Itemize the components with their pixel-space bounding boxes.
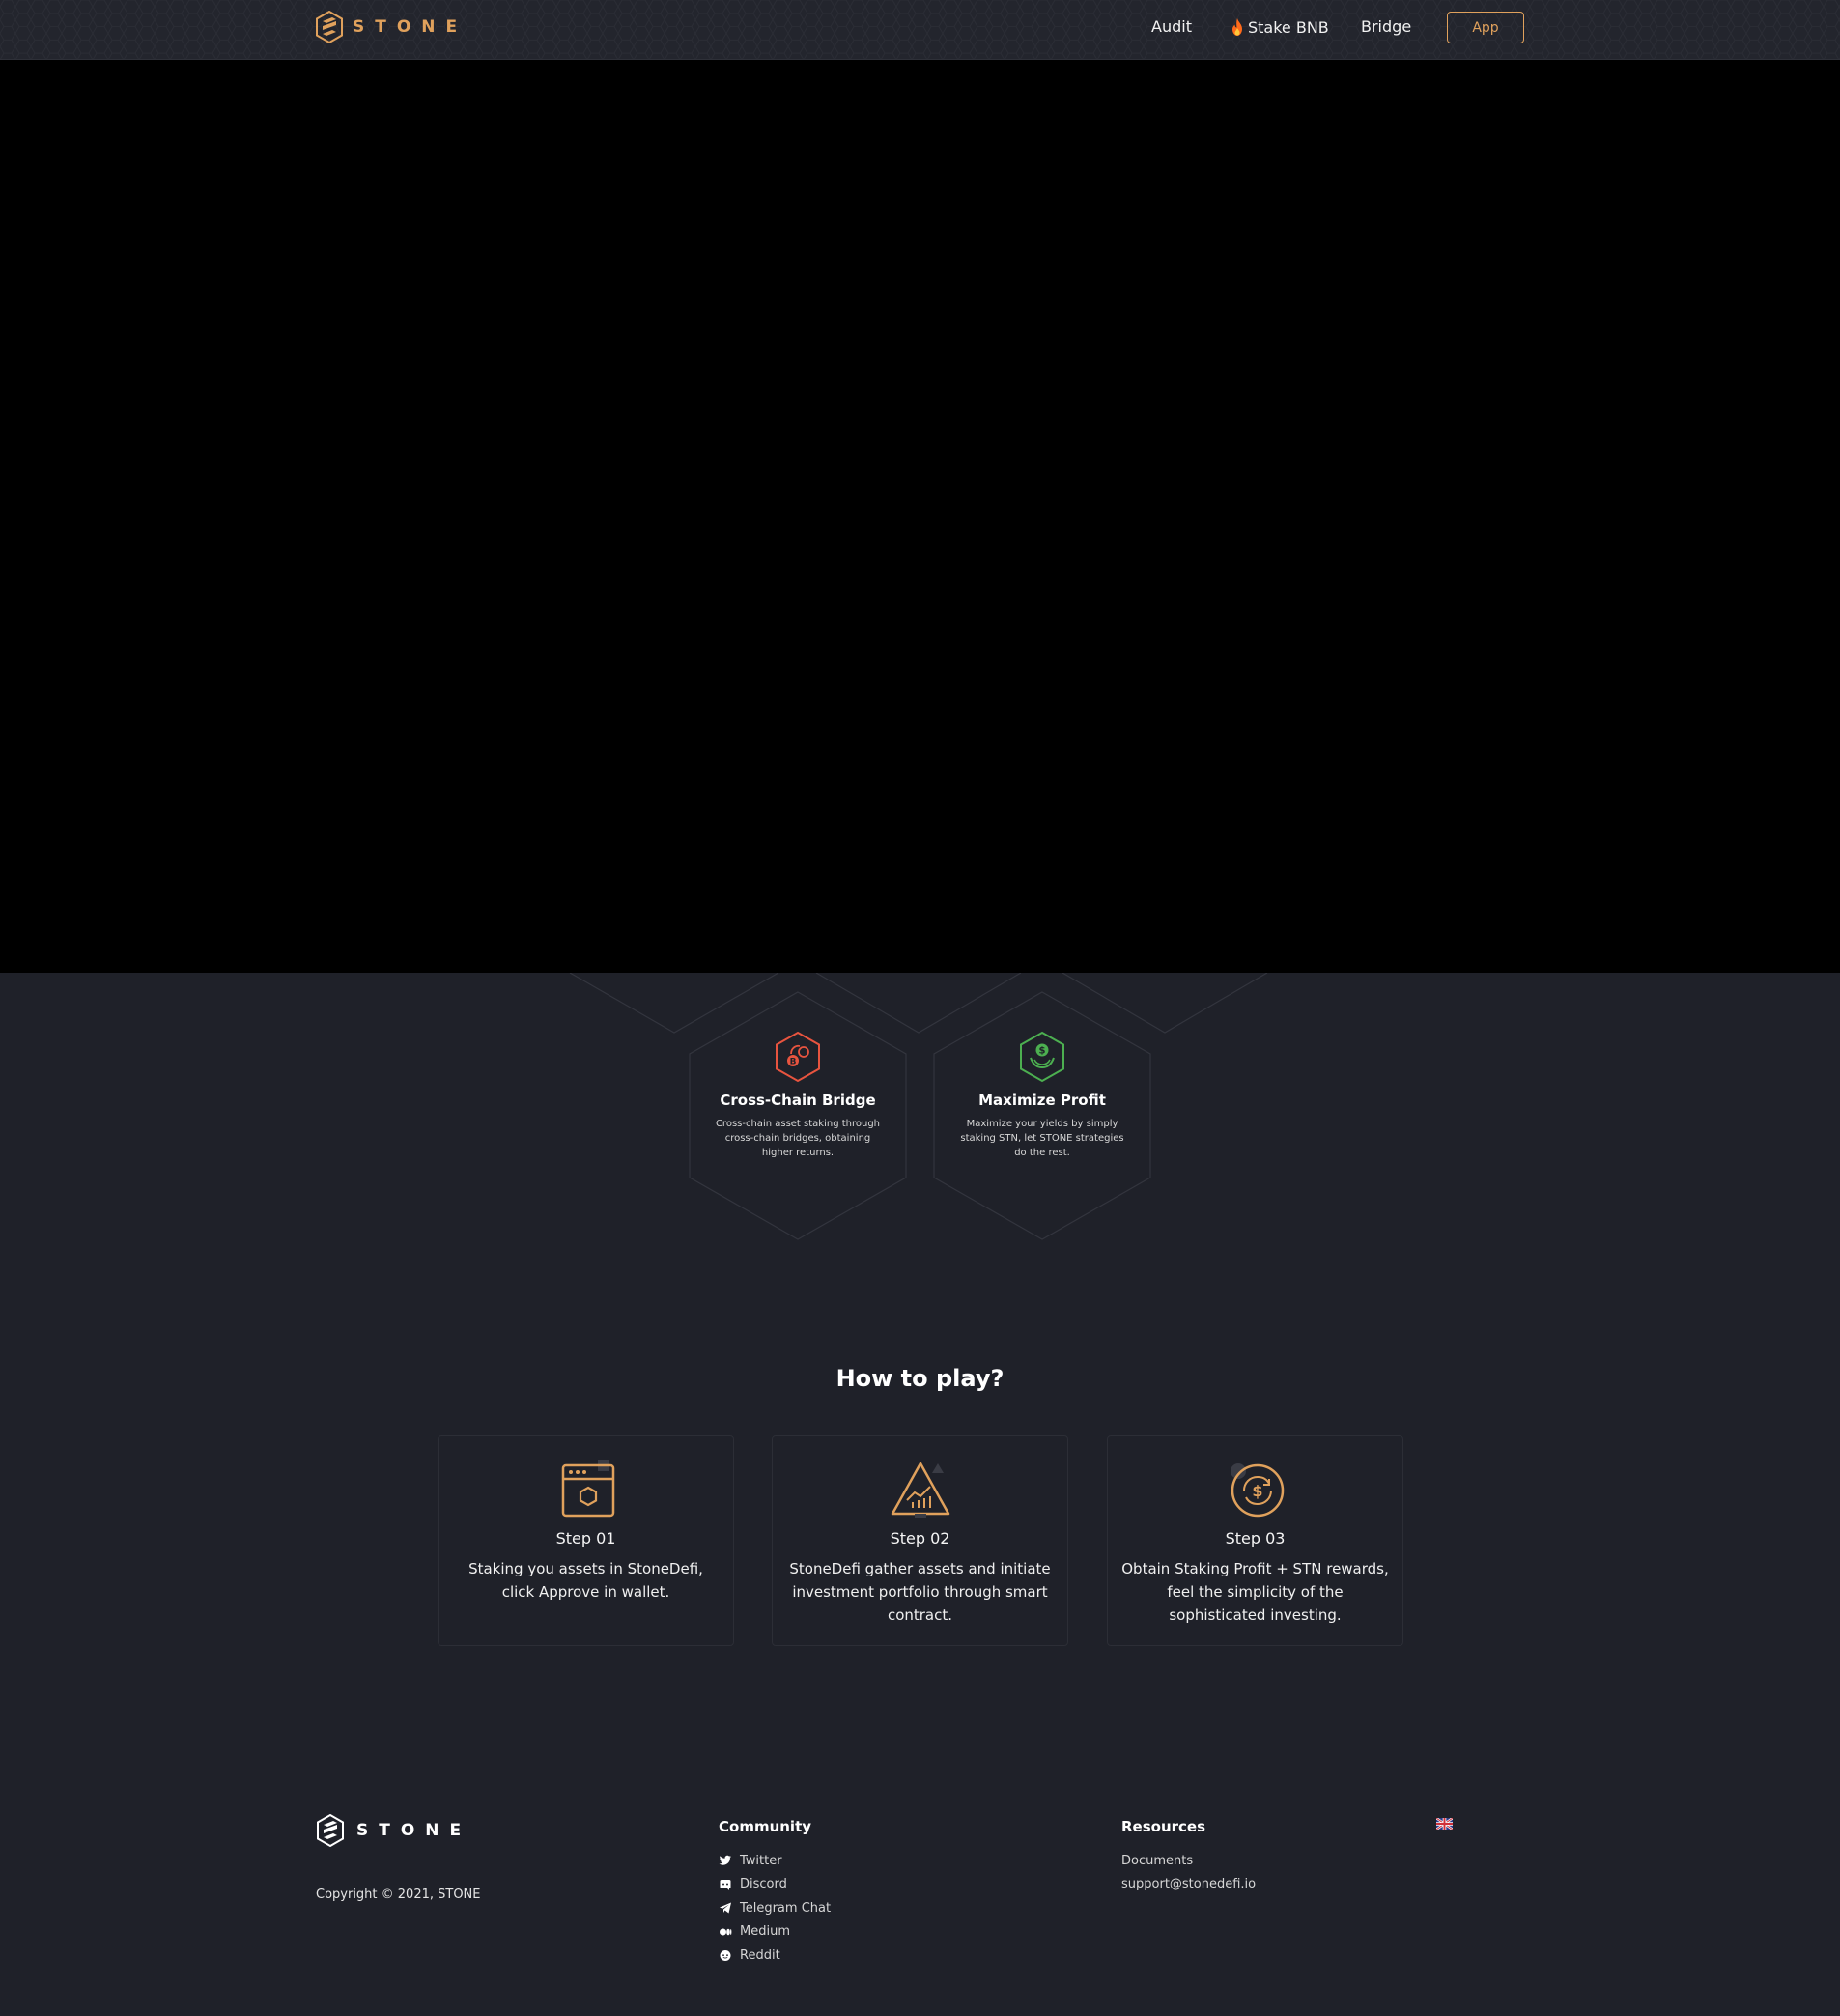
feature-title: Cross-Chain Bridge [720, 1092, 876, 1109]
discord-label: Discord [740, 1877, 787, 1892]
step-description: Staking you assets in StoneDefi, click A… [468, 1560, 703, 1601]
feature-description: Cross-chain asset staking through cross-… [715, 1119, 881, 1158]
telegram-link[interactable]: Telegram Chat [719, 1896, 831, 1920]
step-description: Obtain Staking Profit + STN rewards, fee… [1121, 1560, 1389, 1624]
step-description: StoneDefi gather assets and initiate inv… [789, 1560, 1051, 1624]
community-links: Twitter Discord Telegram Chat Medium Red… [719, 1849, 831, 1968]
feature-description: Maximize your yields by simply staking S… [960, 1119, 1124, 1158]
nav-audit[interactable]: Audit [1151, 17, 1192, 36]
medium-link[interactable]: Medium [719, 1920, 831, 1945]
medium-label: Medium [740, 1924, 790, 1940]
header-hex-pattern [0, 0, 1840, 59]
brand-name: STONE [353, 17, 468, 37]
telegram-label: Telegram Chat [740, 1900, 832, 1916]
hex-outline-decoration [569, 973, 1268, 1240]
resources-heading: Resources [1121, 1818, 1206, 1835]
fire-icon [1232, 18, 1242, 36]
nav-bridge[interactable]: Bridge [1361, 17, 1411, 36]
documents-link[interactable]: Documents [1121, 1849, 1256, 1873]
feature-cross-chain-bridge: B Cross-Chain Bridge Cross-chain asset s… [689, 1031, 907, 1160]
svg-text:$: $ [1252, 1482, 1262, 1500]
support-email-link[interactable]: support@stonedefi.io [1121, 1873, 1256, 1897]
stone-logo-icon [317, 1814, 344, 1847]
twitter-link[interactable]: Twitter [719, 1849, 831, 1873]
footer-brand-name: STONE [356, 1821, 472, 1840]
nav-stake-bnb[interactable]: Stake BNB [1230, 17, 1329, 37]
nav-stake-label: Stake BNB [1248, 17, 1329, 37]
stone-logo-icon [316, 11, 343, 43]
step-title: Step 02 [890, 1529, 950, 1547]
app-button[interactable]: App [1447, 12, 1524, 43]
footer-resources: Resources Documents support@stonedefi.io [1121, 1818, 1256, 1896]
bridge-icon: B [776, 1031, 820, 1083]
step-card-3: $ Step 03 Obtain Staking Profit + STN re… [1107, 1435, 1403, 1646]
reddit-icon [720, 1950, 731, 1962]
discord-link[interactable]: Discord [719, 1873, 831, 1897]
dollar-cycle-icon: $ [1230, 1463, 1284, 1518]
profit-icon: $ [1020, 1031, 1064, 1083]
step-title: Step 01 [555, 1529, 616, 1547]
footer-brand-logo[interactable]: STONE [316, 1814, 471, 1847]
reddit-label: Reddit [740, 1947, 780, 1963]
footer-community: Community Twitter Discord Telegram Chat … [719, 1818, 831, 1968]
page: STONE Audit Stake BNB Bridge App B Cross… [0, 0, 1840, 2016]
step-card-1: Step 01 Staking you assets in StoneDefi,… [438, 1435, 734, 1646]
discord-icon [720, 1879, 731, 1890]
hero-area [0, 60, 1840, 973]
brand-logo[interactable]: STONE [316, 11, 467, 43]
twitter-icon [719, 1856, 731, 1865]
svg-text:B: B [790, 1058, 797, 1067]
step-card-2: Step 02 StoneDefi gather assets and init… [772, 1435, 1068, 1646]
feature-maximize-profit: $ Maximize Profit Maximize your yields b… [933, 1031, 1151, 1160]
copyright: Copyright © 2021, STONE [316, 1888, 481, 1902]
header: STONE Audit Stake BNB Bridge App [0, 0, 1840, 60]
medium-icon [720, 1928, 732, 1936]
feature-title: Maximize Profit [978, 1092, 1106, 1109]
community-heading: Community [719, 1818, 812, 1835]
svg-text:$: $ [1039, 1046, 1046, 1057]
uk-flag-icon[interactable] [1436, 1818, 1453, 1830]
resources-links: Documents support@stonedefi.io [1121, 1849, 1256, 1896]
reddit-link[interactable]: Reddit [719, 1944, 831, 1968]
step-title: Step 03 [1225, 1529, 1286, 1547]
chart-triangle-icon [891, 1462, 949, 1518]
how-to-play-title: How to play? [835, 1365, 1005, 1392]
telegram-icon [720, 1902, 731, 1914]
twitter-label: Twitter [740, 1853, 782, 1868]
wallet-window-icon [561, 1460, 614, 1518]
